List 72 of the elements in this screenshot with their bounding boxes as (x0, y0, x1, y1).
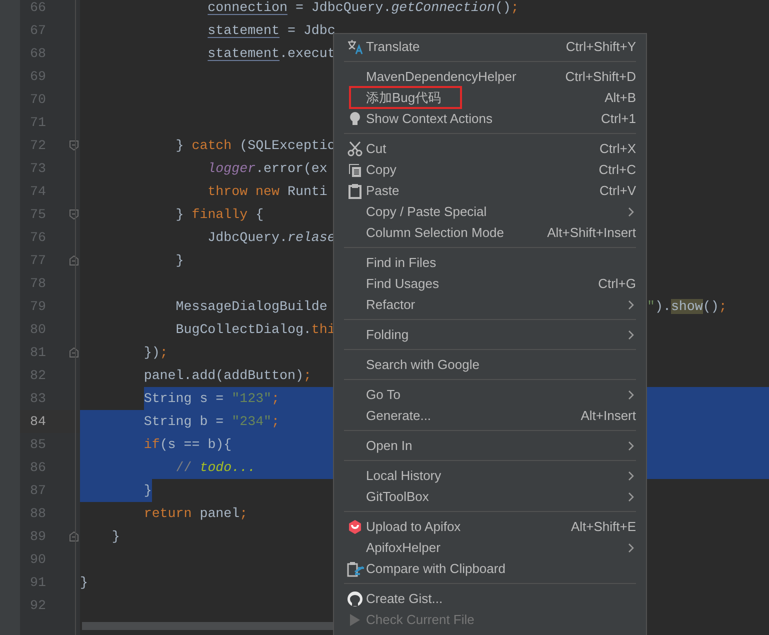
fold-marker-icon[interactable] (69, 255, 79, 266)
code-text: }); (144, 345, 168, 360)
menu-item[interactable]: Search with Google (366, 357, 480, 372)
shortcut-text: Ctrl+X (600, 141, 636, 156)
compare-icon (346, 560, 364, 576)
code-text: JdbcQuery.relase (208, 230, 336, 245)
shortcut-text: Alt+B (604, 90, 636, 105)
menu-item[interactable]: Generate... (366, 408, 432, 423)
code-text: logger.error(ex (208, 161, 328, 176)
code-text: BugCollectDialog.thi (176, 322, 336, 337)
code-text: } (176, 253, 184, 268)
menu-item[interactable]: Cut (366, 141, 386, 156)
menu-item[interactable]: Copy / Paste Special (366, 204, 487, 219)
menu-item[interactable]: 添加Bug代码 (366, 88, 442, 106)
code-text: } (112, 529, 120, 544)
shortcut-text: Ctrl+Shift+D (565, 69, 636, 84)
menu-item[interactable]: Compare with Clipboard (366, 561, 506, 576)
fold-marker-icon[interactable] (69, 531, 79, 542)
apifox-logo-icon (347, 518, 363, 534)
menu-item[interactable]: Local History (366, 468, 442, 483)
shortcut-text: Ctrl+Shift+Y (566, 39, 636, 54)
code-text: } catch (SQLExceptio (176, 138, 336, 153)
scissors-icon (347, 140, 363, 156)
code-text: MessageDialogBuilde (176, 299, 328, 314)
code-text: statement.execut (208, 46, 336, 61)
menu-item[interactable]: Create Gist... (366, 591, 443, 606)
code-text: panel.add(addButton); (144, 368, 312, 383)
fold-marker-icon[interactable] (69, 209, 79, 220)
code-text: return panel; (144, 506, 248, 521)
menu-item[interactable]: Go To (366, 387, 400, 402)
copy-icon (347, 162, 363, 178)
horizontal-scrollbar[interactable] (82, 622, 334, 630)
code-text: statement = Jdbc (208, 23, 336, 38)
menu-item[interactable]: Paste (366, 183, 400, 198)
play-icon (348, 612, 362, 628)
fold-marker-icon[interactable] (69, 140, 79, 151)
code-text: ").show(); (647, 299, 727, 314)
shortcut-text: Alt+Shift+Insert (547, 225, 636, 240)
shortcut-text: Alt+Shift+E (570, 519, 636, 534)
code-text: String b = "234"; (144, 414, 280, 429)
shortcut-text: Ctrl+1 (600, 111, 636, 126)
menu-item[interactable]: Find in Files (366, 255, 436, 270)
menu-item[interactable]: Column Selection Mode (366, 225, 504, 240)
code-text: } finally { (176, 207, 264, 222)
translate-icon (347, 38, 363, 54)
menu-item[interactable]: ApifoxHelper (366, 540, 440, 555)
shortcut-text: Alt+Insert (580, 408, 636, 423)
menu-item[interactable]: MavenDependencyHelper (366, 69, 516, 84)
menu-item[interactable]: Translate (366, 39, 420, 54)
menu-item[interactable]: GitToolBox (366, 489, 429, 504)
menu-item[interactable]: Folding (366, 327, 409, 342)
menu-item[interactable]: Find Usages (366, 276, 439, 291)
menu-item[interactable]: Open In (366, 438, 412, 453)
line-number: 84 (29, 414, 46, 429)
shortcut-text: Ctrl+C (598, 162, 636, 177)
code-text: if(s == b){ (144, 437, 232, 452)
code-text: throw new Runti (208, 184, 328, 199)
code-text: connection = JdbcQuery.getConnection(); (208, 0, 519, 15)
code-text: // todo... (176, 460, 256, 475)
code-text: } (144, 483, 152, 498)
code-text: String s = "123"; (144, 391, 280, 406)
fold-marker-icon[interactable] (69, 347, 79, 358)
shortcut-text: Ctrl+V (600, 183, 636, 198)
github-icon (347, 590, 363, 606)
shortcut-text: Ctrl+G (598, 276, 636, 291)
menu-item[interactable]: Copy (366, 162, 396, 177)
clipboard-icon (348, 182, 362, 198)
menu-item[interactable]: Upload to Apifox (366, 519, 461, 534)
menu-item[interactable]: Show Context Actions (366, 111, 492, 126)
code-text: } (80, 575, 88, 590)
lightbulb-icon (349, 110, 361, 126)
menu-item[interactable]: Refactor (366, 297, 416, 312)
